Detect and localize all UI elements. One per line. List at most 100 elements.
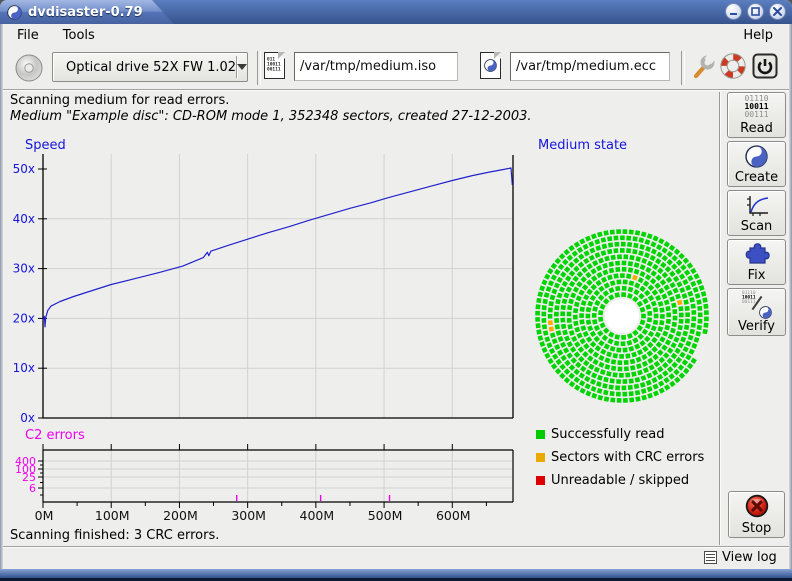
disc-sector-good	[542, 324, 547, 329]
disc-sector-good	[602, 335, 608, 341]
disc-sector-good	[669, 381, 675, 387]
disc-sector-good	[611, 359, 616, 364]
disc-sector-good	[689, 349, 695, 355]
titlebar[interactable]: dvdisaster-0.79	[0, 0, 792, 24]
disc-sector-good	[651, 337, 657, 343]
help-button[interactable]	[720, 53, 746, 83]
disc-sector-good	[598, 340, 604, 346]
medium-state-legend: Successfully read Sectors with CRC error…	[536, 427, 704, 487]
disc-sector-good	[695, 331, 701, 337]
create-button[interactable]: Create	[727, 141, 786, 187]
disc-sector-good	[630, 365, 635, 370]
disc-sector-good	[595, 252, 601, 258]
verify-button[interactable]: 01110 10011 00111 Verify	[727, 288, 786, 336]
disc-sector-good	[698, 312, 703, 317]
disc-sector-good	[590, 284, 597, 291]
disc-sector-good	[640, 264, 646, 270]
disc-sector-good	[645, 323, 651, 329]
disc-sector-good	[591, 275, 597, 281]
view-log-button[interactable]: View log	[704, 550, 777, 565]
disc-sector-good	[617, 360, 622, 365]
disc-sector-good	[663, 352, 669, 358]
ecc-path-input[interactable]: /var/tmp/medium.ecc	[510, 52, 670, 81]
drive-selector-dropdown[interactable]: Optical drive 52X FW 1.02	[52, 52, 248, 82]
disc-sector-good	[607, 249, 612, 254]
menu-help[interactable]: Help	[739, 26, 777, 45]
binary-icon: 01110 10011 00111	[728, 93, 785, 121]
disc-sector-good	[560, 318, 565, 323]
disc-sector-good	[589, 255, 595, 261]
disc-sector-good	[574, 377, 580, 383]
disc-sector-good	[630, 359, 636, 365]
disc-sector-good	[675, 268, 681, 274]
disc-sector-good	[542, 305, 547, 310]
disc-sector-good	[551, 263, 557, 269]
disc-sector-good	[624, 360, 629, 365]
c2-ytick-label: 100	[15, 463, 36, 476]
disc-sector-good	[650, 270, 656, 276]
disc-sector-good	[562, 330, 568, 336]
maximize-button[interactable]	[747, 3, 764, 20]
menu-tools[interactable]: Tools	[59, 26, 99, 45]
disc-sector-good	[642, 361, 648, 367]
drive-select-button[interactable]	[12, 51, 46, 85]
disc-sector-good	[641, 354, 647, 360]
c2-xtick-label: 400M	[300, 508, 335, 523]
disc-sector-good	[662, 370, 668, 376]
disc-sector-good	[591, 233, 597, 239]
disc-sector-good	[562, 281, 568, 287]
disc-sector-good	[573, 369, 579, 375]
puzzle-icon	[728, 240, 785, 268]
minimize-button[interactable]	[725, 3, 742, 20]
disc-sector-good	[559, 364, 565, 370]
stop-button[interactable]: Stop	[728, 491, 785, 538]
disc-sector-good	[629, 280, 635, 286]
disc-sector-good	[597, 395, 603, 401]
disc-sector-good	[598, 317, 603, 322]
legend-item-unreadable: Unreadable / skipped	[536, 473, 704, 487]
disc-sector-good	[666, 259, 672, 265]
close-button[interactable]	[769, 3, 786, 20]
fix-button[interactable]: Fix	[727, 239, 786, 285]
disc-sector-good	[615, 267, 620, 272]
disc-sector-good	[544, 353, 550, 359]
disc-sector-good	[595, 345, 601, 351]
disc-sector-good	[671, 263, 678, 270]
disc-sector-good	[596, 381, 602, 387]
disc-sector-good	[585, 383, 591, 389]
disc-sector-good	[647, 233, 653, 239]
disc-sector-good	[593, 352, 599, 358]
disc-sector-good	[651, 325, 657, 331]
disc-sector-good	[580, 366, 586, 372]
speed-ytick-label: 20x	[13, 311, 35, 325]
disc-sector-good	[554, 305, 559, 310]
disc-sector-good	[574, 327, 580, 333]
disc-sector-good	[647, 393, 653, 399]
disc-sector-good	[543, 299, 548, 304]
disc-sector-good	[562, 259, 569, 266]
disc-sector-good	[634, 262, 640, 268]
disc-sector-good	[685, 312, 690, 317]
disc-sector-good	[586, 279, 593, 286]
disc-sector-good	[683, 299, 688, 304]
quit-button[interactable]	[752, 52, 778, 84]
c2-xtick-label: 600M	[436, 508, 471, 523]
read-button[interactable]: 01110 10011 00111 Read	[727, 92, 786, 138]
preferences-button[interactable]	[690, 53, 716, 85]
disc-sector-good	[580, 388, 586, 394]
disc-sector-good	[702, 297, 707, 302]
menu-file[interactable]: File	[13, 26, 43, 45]
disc-sector-good	[628, 261, 633, 266]
disc-sector-good	[632, 249, 637, 254]
disc-sector-good	[613, 273, 618, 278]
disc-sector-good	[569, 270, 575, 276]
disc-sector-good	[653, 320, 658, 325]
disc-sector-good	[609, 287, 615, 293]
disc-sector-good	[674, 377, 680, 383]
disc-sector-good	[679, 287, 685, 293]
disc-sector-good	[576, 281, 582, 287]
scan-button[interactable]: Scan	[727, 190, 786, 236]
c2-xtick-label: 300M	[231, 508, 266, 523]
disc-sector-good	[544, 274, 550, 280]
iso-path-input[interactable]: /var/tmp/medium.iso	[294, 52, 458, 81]
